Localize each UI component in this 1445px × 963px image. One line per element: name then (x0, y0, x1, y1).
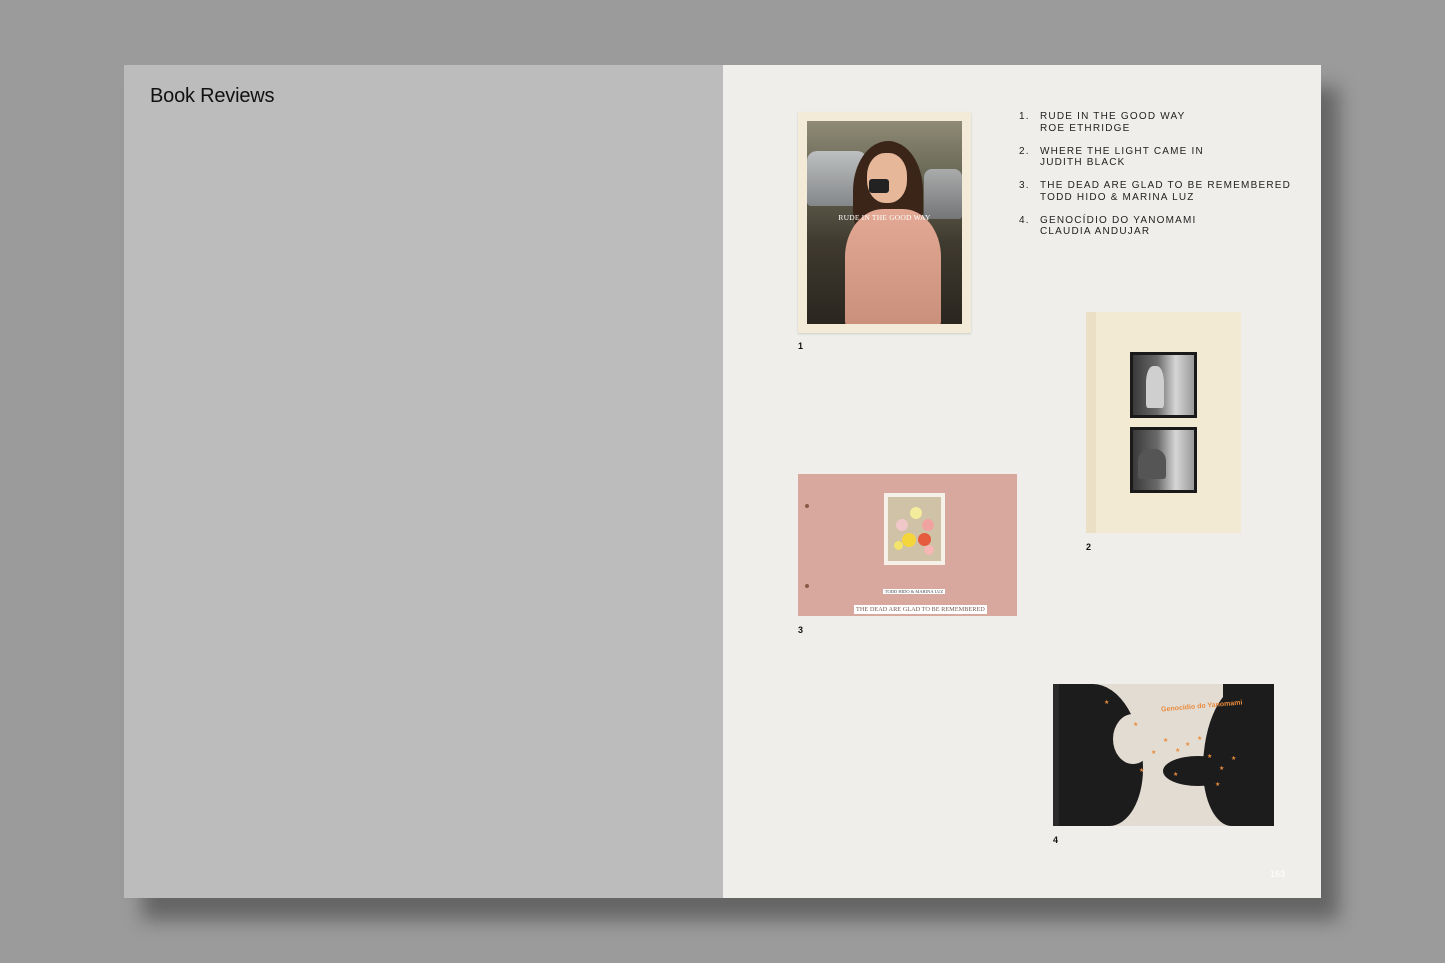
book-author: CLAUDIA ANDUJAR (1040, 226, 1151, 237)
list-number: 1. (1019, 111, 1030, 122)
flower (894, 541, 903, 550)
list-item: 1. RUDE IN THE GOOD WAY ROE ETHRIDGE (1019, 111, 1291, 134)
list-number: 2. (1019, 145, 1030, 157)
star-icon: ★ (1133, 722, 1139, 728)
star-icon: ★ (1175, 748, 1181, 754)
car-shape-2 (924, 169, 962, 219)
caption-4: 4 (1053, 835, 1059, 845)
star-icon: ★ (1163, 738, 1169, 744)
book-cover-1: RUDE IN THE GOOD WAY (798, 112, 971, 333)
book-author: JUDITH BLACK (1040, 157, 1126, 168)
flower (902, 533, 916, 547)
flower (910, 507, 922, 519)
star-icon: ★ (1231, 756, 1237, 762)
binding-hole (805, 504, 809, 508)
book-title: WHERE THE LIGHT CAME IN (1040, 145, 1204, 157)
cover-photo-girl: RUDE IN THE GOOD WAY (807, 121, 962, 324)
left-page: Book Reviews (124, 65, 723, 898)
book-cover-2 (1086, 312, 1241, 533)
book-title: GENOCÍDIO DO YANOMAMI (1040, 214, 1197, 226)
section-title: Book Reviews (150, 85, 275, 107)
caption-2: 2 (1086, 542, 1092, 552)
book-author: ROE ETHRIDGE (1040, 122, 1131, 134)
book4-spine (1053, 684, 1059, 826)
flower (922, 519, 934, 531)
star-icon: ★ (1151, 750, 1157, 756)
star-icon: ★ (1197, 736, 1203, 742)
star-icon: ★ (1215, 782, 1221, 788)
camera-shape (869, 179, 889, 193)
star-icon: ★ (1104, 700, 1110, 706)
book-title: THE DEAD ARE GLAD TO BE REMEMBERED (1040, 180, 1292, 191)
book1-cover-title: RUDE IN THE GOOD WAY (838, 213, 931, 222)
list-number: 4. (1019, 214, 1030, 226)
face-shape (867, 153, 907, 203)
list-item: 3. THE DEAD ARE GLAD TO BE REMEMBERED TOD… (1019, 180, 1291, 203)
book-title: RUDE IN THE GOOD WAY (1040, 111, 1186, 122)
book2-spine (1086, 312, 1096, 533)
list-item: 4. GENOCÍDIO DO YANOMAMI CLAUDIA ANDUJAR (1019, 215, 1291, 238)
binding-hole (805, 584, 809, 588)
star-icon: ★ (1185, 742, 1191, 748)
list-item: 2. WHERE THE LIGHT CAME IN JUDITH BLACK (1019, 146, 1291, 169)
caption-1: 1 (798, 341, 804, 351)
flower (924, 545, 934, 555)
flowers-photo (888, 497, 941, 561)
star-icon: ★ (1173, 772, 1179, 778)
cover-photo-flowers (884, 493, 945, 565)
figure-shape (1146, 366, 1164, 408)
silhouette-top (1223, 684, 1274, 744)
book-cover-4: Genocídio do Yanomami ★ ★ ★ ★ ★ ★ ★ ★ ★ … (1053, 684, 1274, 826)
cover-authors: TODD HIDO & MARINA LUZ (882, 589, 946, 594)
star-icon: ★ (1219, 766, 1225, 772)
right-page: RUDE IN THE GOOD WAY 1 1. RUDE IN THE GO… (723, 65, 1321, 898)
book-author: TODD HIDO & MARINA LUZ (1040, 191, 1195, 203)
book-list: 1. RUDE IN THE GOOD WAY ROE ETHRIDGE 2. W… (1019, 111, 1291, 249)
flower (896, 519, 908, 531)
page-number: 163 (1269, 869, 1285, 879)
caption-3: 3 (798, 625, 804, 635)
cover-photo-top (1130, 352, 1197, 418)
magazine-spread: Book Reviews RUDE IN THE GOOD WAY 1 1. R… (124, 65, 1321, 898)
cover-title: THE DEAD ARE GLAD TO BE REMEMBERED (854, 605, 987, 614)
list-number: 3. (1019, 180, 1030, 191)
dress-shape (845, 209, 941, 324)
book-cover-3: TODD HIDO & MARINA LUZ THE DEAD ARE GLAD… (798, 474, 1017, 616)
chair-shape (1138, 449, 1166, 479)
book3-cover-label: TODD HIDO & MARINA LUZ THE DEAD ARE GLAD… (854, 580, 987, 616)
star-icon: ★ (1207, 754, 1213, 760)
star-icon: ★ (1139, 768, 1145, 774)
cover-photo-bottom (1130, 427, 1197, 493)
